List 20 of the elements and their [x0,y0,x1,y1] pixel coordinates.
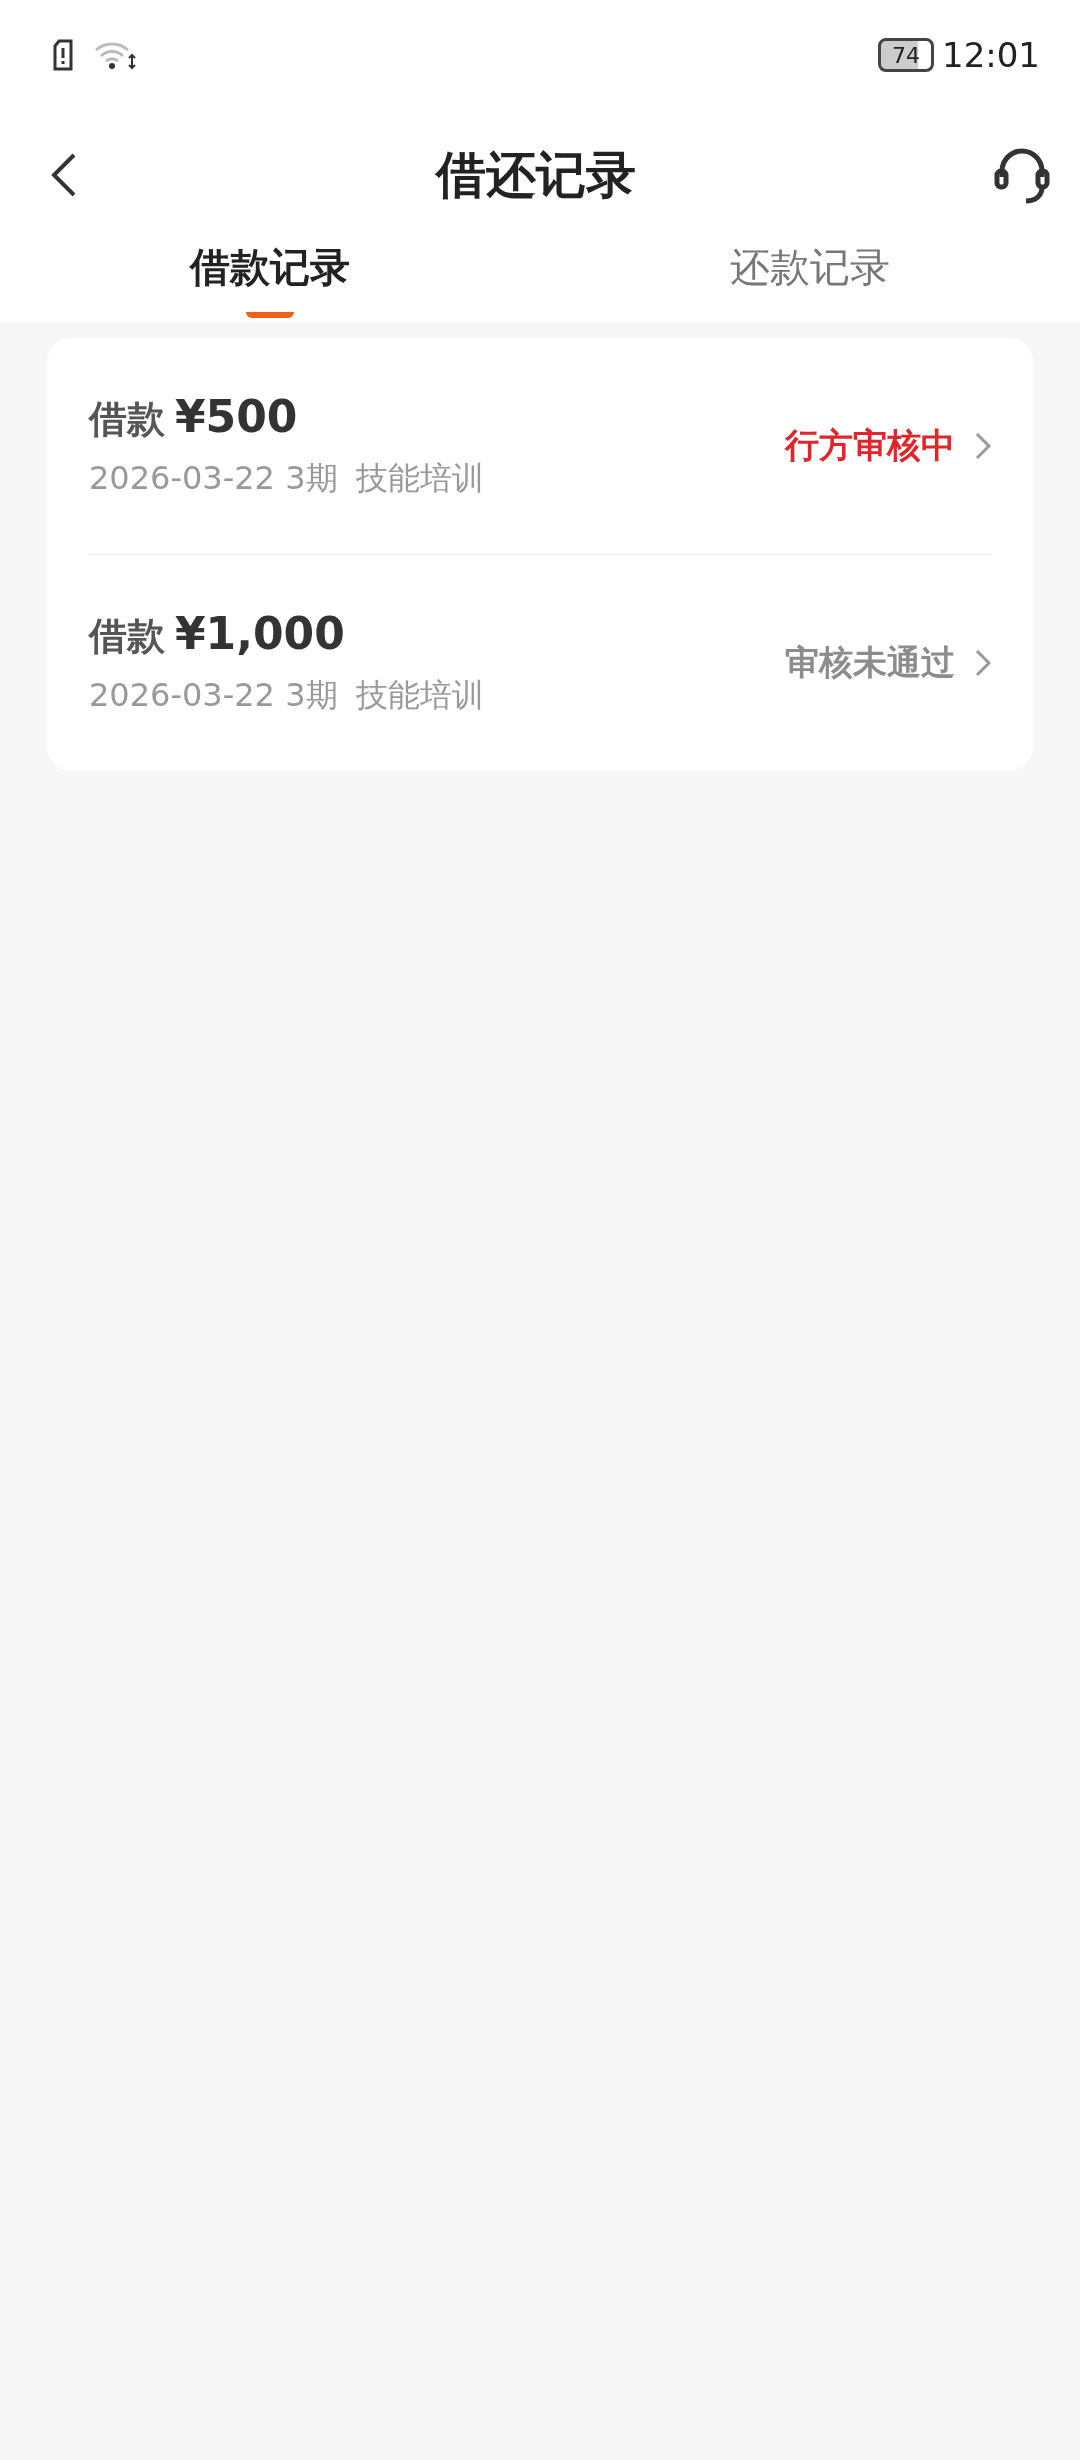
sim-alert-icon [52,39,74,71]
loan-purpose: 技能培训 [355,458,484,499]
record-label: 借款 [89,613,165,660]
loan-amount: ¥500 [175,391,298,442]
record-status[interactable]: 审核未通过 [785,640,955,686]
chevron-right-icon[interactable] [975,432,991,460]
loan-amount: ¥1,000 [175,608,345,659]
back-icon[interactable] [50,152,78,198]
chevron-right-icon[interactable] [975,649,991,677]
record-date: 2026-03-22 3期 [89,458,338,499]
record-label: 借款 [89,396,165,443]
record-date: 2026-03-22 3期 [89,675,338,716]
tab[interactable]: 借款记录 [0,240,540,322]
page-title: 借还记录 [434,144,637,206]
loan-purpose: 技能培训 [355,675,484,716]
clock-time: 12:01 [942,35,1040,75]
tab[interactable]: 还款记录 [540,240,1080,322]
battery-indicator: 74 [878,38,934,72]
wifi-icon [94,40,136,70]
record-status[interactable]: 行方审核中 [785,423,955,469]
